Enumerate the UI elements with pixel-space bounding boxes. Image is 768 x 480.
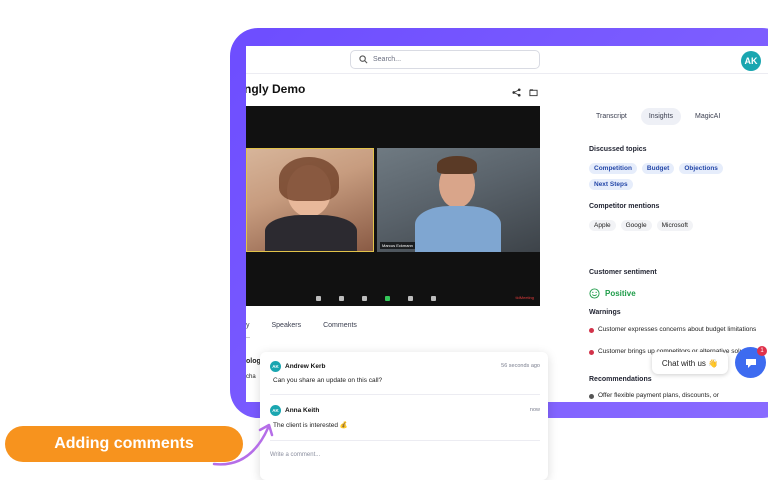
folder-icon[interactable]	[529, 88, 538, 97]
customer-sentiment-label: Customer sentiment	[589, 269, 657, 276]
participants-icon[interactable]	[339, 295, 344, 301]
chat-icon[interactable]	[362, 295, 367, 301]
page-title: ngly Demo	[246, 82, 306, 96]
app-screen: Search... AK ngly Demo Marcus Eckmann tl…	[246, 46, 768, 402]
chat-prompt[interactable]: Chat with us 👋	[652, 352, 728, 374]
smile-icon	[589, 288, 600, 299]
competitor-mentions-label: Competitor mentions	[589, 203, 660, 210]
tab-insights[interactable]: Insights	[640, 108, 681, 125]
user-avatar[interactable]: AK	[741, 51, 761, 71]
tab-magicai[interactable]: MagicAI	[687, 108, 728, 125]
tab-speakers[interactable]: Speakers	[272, 322, 302, 338]
topic-chip[interactable]: Budget	[641, 163, 675, 174]
recommendation-text: Offer flexible payment plans, discounts,…	[598, 392, 719, 399]
comment-author: Anna Keith	[285, 407, 320, 414]
divider	[270, 394, 540, 395]
video-tile-participant-b: Marcus Eckmann	[377, 148, 540, 252]
under-video-tabs: y Speakers Comments	[246, 322, 540, 338]
avatar: AK	[270, 361, 281, 372]
video-player[interactable]: Marcus Eckmann tldMeeting	[246, 106, 540, 306]
warning-text: Customer expresses concerns about budget…	[598, 326, 757, 333]
share-screen-icon[interactable]	[385, 295, 390, 301]
discussed-topics-list: Competition Budget Objections Next Steps	[589, 163, 749, 190]
recommendation-dot-icon	[589, 394, 594, 399]
participant-a-body	[265, 215, 357, 251]
tab-comments[interactable]: Comments	[323, 322, 357, 338]
warning-dot-icon	[589, 328, 594, 333]
title-actions	[512, 88, 538, 97]
competitor-chip[interactable]: Microsoft	[656, 220, 693, 231]
comment-author: Andrew Kerb	[285, 363, 326, 370]
comments-card: AK Andrew Kerb 56 seconds ago Can you sh…	[260, 352, 548, 480]
competitor-chip[interactable]: Apple	[589, 220, 616, 231]
meeting-brand: tldMeeting	[515, 295, 534, 300]
recommendation-item: Offer flexible payment plans, discounts,…	[589, 392, 759, 400]
tab-transcript[interactable]: Transcript	[588, 108, 635, 125]
comment-time: now	[529, 407, 540, 413]
comment-time: 56 seconds ago	[501, 363, 540, 369]
competitor-list: Apple Google Microsoft	[589, 220, 749, 231]
insight-tabs: Transcript Insights MagicAI	[588, 108, 728, 125]
comment-text: Can you share an update on this call?	[273, 377, 383, 384]
top-bar: Search... AK	[246, 46, 768, 74]
search-input[interactable]: Search...	[350, 50, 540, 69]
topic-chip[interactable]: Objections	[679, 163, 723, 174]
curved-arrow-icon	[212, 423, 274, 466]
participant-b-body	[415, 206, 501, 252]
record-icon[interactable]	[408, 295, 413, 301]
chat-unread-badge: 1	[757, 346, 767, 356]
warning-item: Customer expresses concerns about budget…	[589, 326, 759, 334]
video-tile-participant-a	[246, 148, 374, 252]
participant-b-name-tag: Marcus Eckmann	[380, 242, 415, 249]
participant-b-hair	[437, 156, 477, 174]
left-fragment-2: cha	[246, 374, 256, 380]
recommendations-label: Recommendations	[589, 376, 652, 383]
adding-comments-callout: Adding comments	[5, 426, 243, 462]
participant-a-hair	[279, 157, 339, 201]
competitor-chip[interactable]: Google	[620, 220, 652, 231]
discussed-topics-label: Discussed topics	[589, 146, 647, 153]
warnings-label: Warnings	[589, 309, 621, 316]
tab-summary[interactable]: y	[246, 322, 250, 338]
sentiment-text: Positive	[605, 289, 636, 298]
chat-bubble-icon	[745, 358, 756, 368]
divider	[270, 440, 540, 441]
warning-dot-icon	[589, 350, 594, 355]
search-icon	[359, 55, 368, 64]
left-fragment-1: olog	[246, 358, 261, 365]
topic-chip[interactable]: Competition	[589, 163, 637, 174]
search-placeholder: Search...	[373, 56, 402, 63]
share-icon[interactable]	[512, 88, 521, 97]
mute-icon[interactable]	[316, 295, 321, 301]
video-control-bar: tldMeeting	[246, 290, 540, 306]
settings-icon[interactable]	[431, 295, 436, 301]
sentiment-value: Positive	[589, 288, 636, 299]
topic-chip[interactable]: Next Steps	[589, 179, 633, 190]
comment-text: The client is interested 💰	[273, 422, 348, 429]
